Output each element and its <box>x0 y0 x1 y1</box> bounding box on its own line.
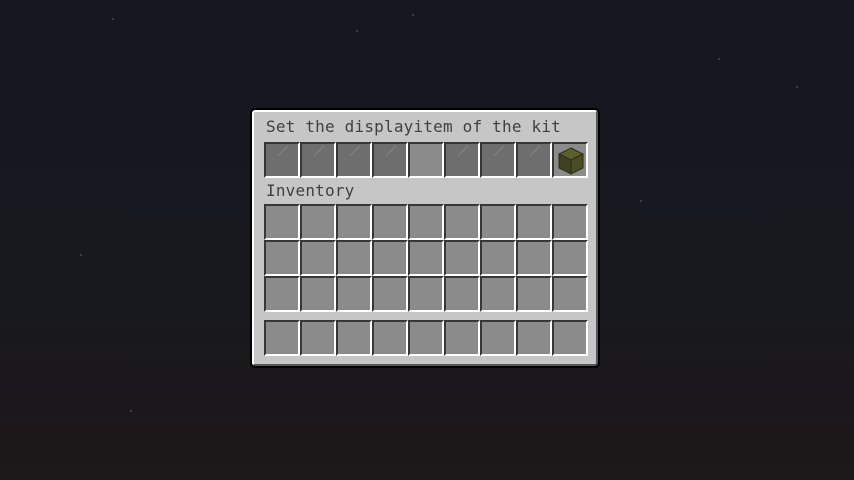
inventory-slot[interactable] <box>552 276 588 312</box>
window-title: Set the displayitem of the kit <box>266 117 561 136</box>
inventory-row <box>264 240 588 276</box>
kit-slot-glass-pane[interactable] <box>444 142 480 178</box>
inventory-slot[interactable] <box>300 276 336 312</box>
star <box>640 200 642 202</box>
inventory-slot[interactable] <box>300 240 336 276</box>
inventory-slot[interactable] <box>372 276 408 312</box>
star <box>80 254 82 256</box>
inventory-slot[interactable] <box>444 240 480 276</box>
kit-slot-empty[interactable] <box>408 142 444 178</box>
inventory-slot[interactable] <box>552 240 588 276</box>
inventory-slot[interactable] <box>336 240 372 276</box>
star <box>412 14 414 16</box>
inventory-slot[interactable] <box>408 204 444 240</box>
dark-green-block-icon <box>558 147 584 175</box>
hotbar-slot[interactable] <box>264 320 300 356</box>
kit-slot-glass-pane[interactable] <box>516 142 552 178</box>
inventory-slot[interactable] <box>480 276 516 312</box>
inventory-label: Inventory <box>266 181 355 200</box>
inventory-slot[interactable] <box>516 204 552 240</box>
kit-slot-display-item[interactable] <box>552 142 588 178</box>
inventory-slot[interactable] <box>408 276 444 312</box>
inventory-slot[interactable] <box>372 240 408 276</box>
inventory-slot[interactable] <box>480 240 516 276</box>
kit-slot-glass-pane[interactable] <box>300 142 336 178</box>
star <box>356 30 358 32</box>
hotbar-slot[interactable] <box>372 320 408 356</box>
kit-slot-glass-pane[interactable] <box>264 142 300 178</box>
hotbar-slot[interactable] <box>480 320 516 356</box>
kit-slot-row <box>264 142 588 178</box>
hotbar-slot[interactable] <box>552 320 588 356</box>
inventory-slot[interactable] <box>552 204 588 240</box>
inventory-slot[interactable] <box>264 204 300 240</box>
hotbar-slot[interactable] <box>336 320 372 356</box>
kit-slot-glass-pane[interactable] <box>372 142 408 178</box>
kit-slot-glass-pane[interactable] <box>480 142 516 178</box>
inventory-slot[interactable] <box>444 276 480 312</box>
inventory-slot[interactable] <box>336 276 372 312</box>
kit-display-item-window: Set the displayitem of the kit Inventory <box>250 108 600 368</box>
inventory-slot[interactable] <box>480 204 516 240</box>
inventory-slot[interactable] <box>444 204 480 240</box>
hotbar-slot[interactable] <box>444 320 480 356</box>
inventory-slot[interactable] <box>264 240 300 276</box>
kit-slot-glass-pane[interactable] <box>336 142 372 178</box>
hotbar-slot[interactable] <box>408 320 444 356</box>
inventory-row <box>264 276 588 312</box>
inventory-slot[interactable] <box>336 204 372 240</box>
inventory-slot[interactable] <box>516 276 552 312</box>
star <box>112 18 114 20</box>
inventory-row <box>264 204 588 240</box>
inventory-slot[interactable] <box>408 240 444 276</box>
star <box>130 410 132 412</box>
hotbar-slot[interactable] <box>300 320 336 356</box>
inventory-slot[interactable] <box>516 240 552 276</box>
inventory-slot[interactable] <box>264 276 300 312</box>
star <box>718 58 720 60</box>
hotbar-row <box>264 320 588 356</box>
inventory-slot[interactable] <box>300 204 336 240</box>
hotbar-slot[interactable] <box>516 320 552 356</box>
inventory-slot[interactable] <box>372 204 408 240</box>
star <box>796 86 798 88</box>
